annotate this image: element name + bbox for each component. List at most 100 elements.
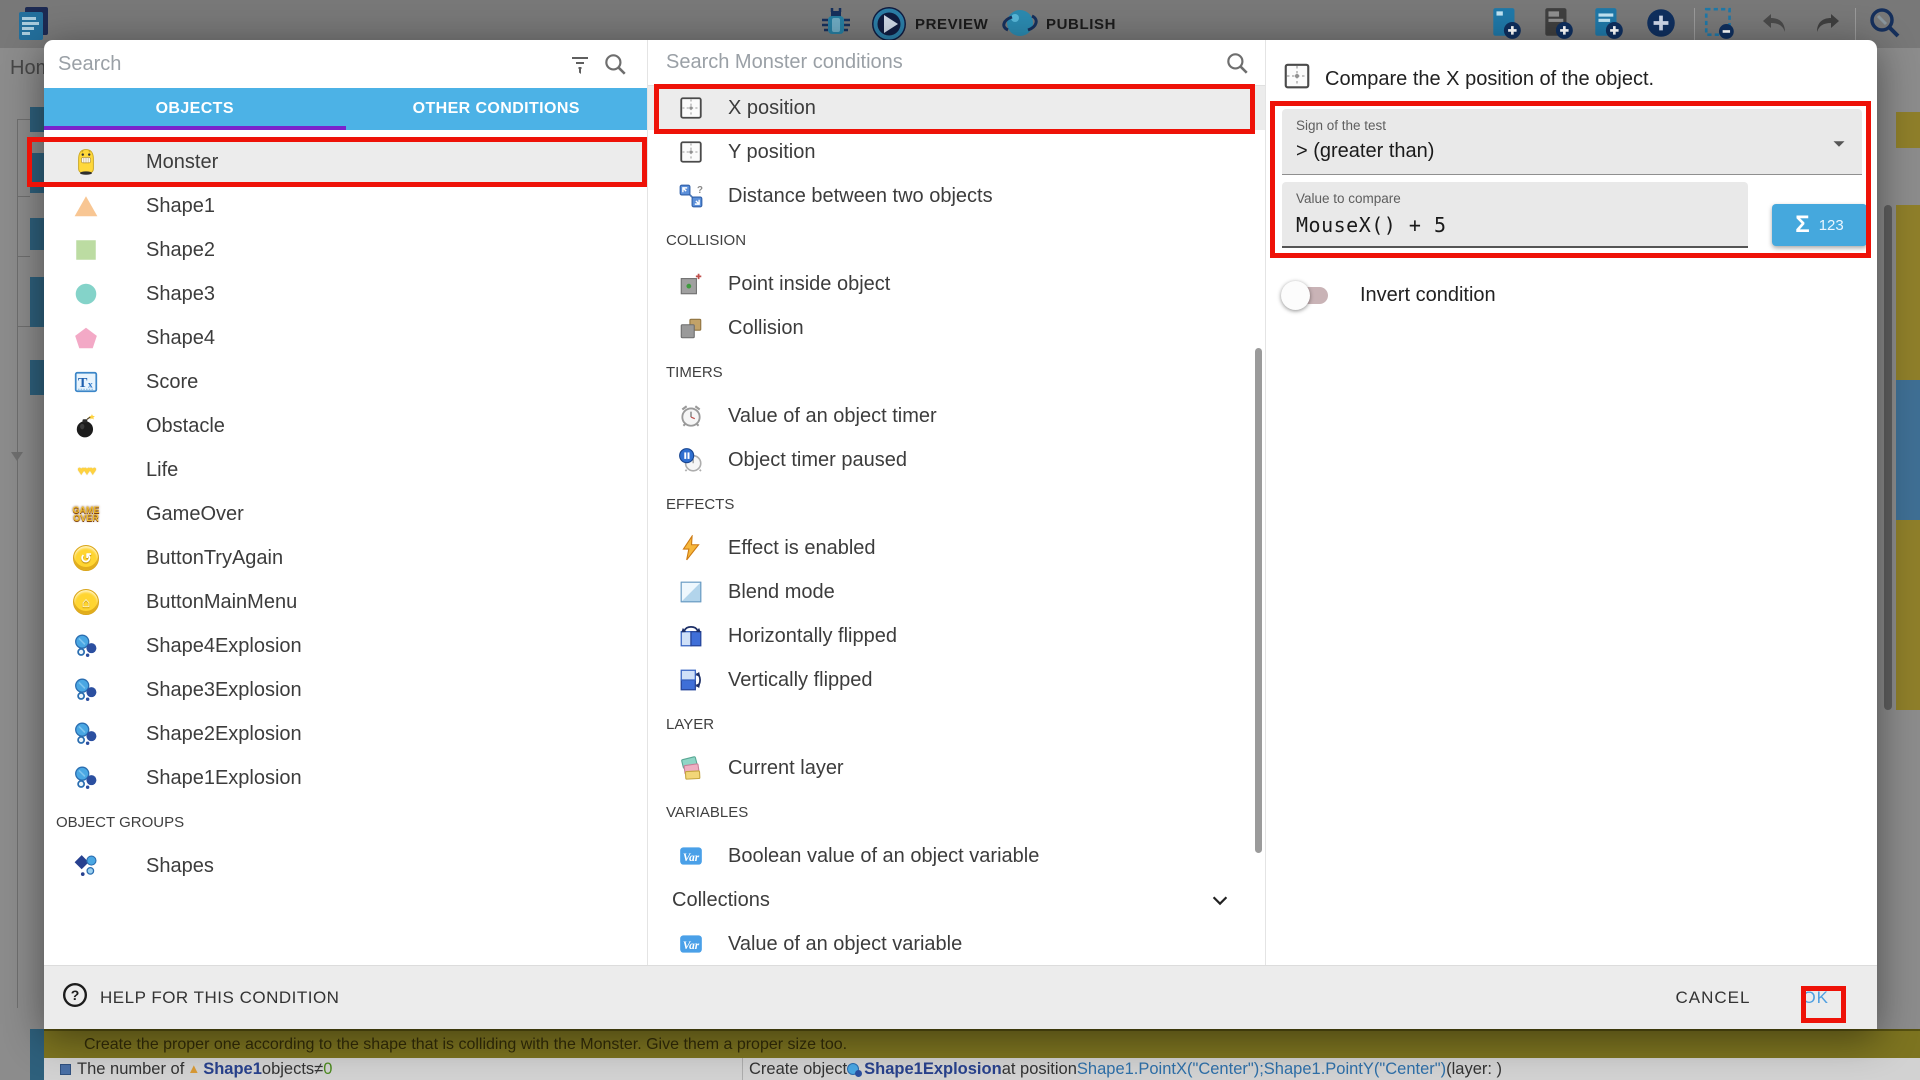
condition-bullet-icon bbox=[60, 1064, 71, 1075]
condition-item-horizontally-flipped[interactable]: Horizontally flipped bbox=[648, 614, 1265, 658]
ok-button[interactable]: OK bbox=[1802, 988, 1829, 1008]
condition-item-effect-is-enabled[interactable]: Effect is enabled bbox=[648, 526, 1265, 570]
object-item-shape1[interactable]: Shape1 bbox=[44, 184, 647, 228]
condition-editor-dialog: OBJECTS OTHER CONDITIONS MonsterShape1 Sh… bbox=[44, 40, 1877, 1029]
background-comment-block bbox=[1896, 205, 1920, 380]
comment-text: Create the proper one according to the s… bbox=[84, 1036, 847, 1054]
expression-editor-button[interactable]: Σ 123 bbox=[1772, 204, 1867, 246]
object-panel-tabs: OBJECTS OTHER CONDITIONS bbox=[44, 88, 647, 130]
preview-button[interactable]: PREVIEW bbox=[915, 16, 988, 33]
condition-item-label: Object timer paused bbox=[728, 449, 907, 472]
object-item-shape4explosion[interactable]: Shape4Explosion bbox=[44, 624, 647, 668]
event-connector-stub bbox=[17, 196, 30, 197]
publish-button[interactable]: PUBLISH bbox=[1046, 16, 1116, 33]
object-item-obstacle[interactable]: Obstacle bbox=[44, 404, 647, 448]
object-item-gameover[interactable]: GAMEOVERGameOver bbox=[44, 492, 647, 536]
condition-item-value-of-an-object-variable[interactable]: VarValue of an object variable bbox=[648, 922, 1265, 965]
object-item-shape2[interactable]: Shape2 bbox=[44, 228, 647, 272]
add-new-event-icon[interactable] bbox=[1643, 5, 1679, 41]
expression-123-label: 123 bbox=[1819, 217, 1844, 234]
button-try-again-icon: ↺ bbox=[64, 545, 108, 571]
search-icon[interactable] bbox=[597, 51, 633, 77]
triangle-shape-icon bbox=[64, 193, 108, 219]
add-subevent-icon[interactable] bbox=[1540, 5, 1576, 41]
undo-icon[interactable] bbox=[1757, 6, 1793, 42]
tab-objects[interactable]: OBJECTS bbox=[44, 88, 346, 130]
condition-item-x-position[interactable]: X position bbox=[648, 86, 1265, 130]
timer-paused-icon bbox=[668, 447, 714, 473]
condition-item-collision[interactable]: Collision bbox=[648, 306, 1265, 350]
object-item-shape2explosion[interactable]: Shape2Explosion bbox=[44, 712, 647, 756]
cancel-button[interactable]: CANCEL bbox=[1675, 988, 1750, 1008]
event-conditions-cell[interactable]: The number of ▲ Shape1 objects ≠ 0 bbox=[44, 1058, 742, 1080]
search-events-icon[interactable] bbox=[1866, 5, 1904, 43]
layers-icon bbox=[668, 755, 714, 781]
condition-item-object-timer-paused[interactable]: Object timer paused bbox=[648, 438, 1265, 482]
condition-item-current-layer[interactable]: Current layer bbox=[648, 746, 1265, 790]
comment-row[interactable]: Create the proper one according to the s… bbox=[44, 1029, 1920, 1058]
object-item-life[interactable]: ♥♥♥Life bbox=[44, 448, 647, 492]
object-item-label: Shape2 bbox=[146, 239, 215, 262]
condition-item-y-position[interactable]: Y position bbox=[648, 130, 1265, 174]
help-button[interactable]: ? HELP FOR THIS CONDITION bbox=[62, 982, 339, 1013]
object-item-buttonmainmenu[interactable]: ⌂ButtonMainMenu bbox=[44, 580, 647, 624]
condition-item-label: Horizontally flipped bbox=[728, 625, 897, 648]
condition-item-value-of-an-object-timer[interactable]: Value of an object timer bbox=[648, 394, 1265, 438]
sign-of-test-select[interactable]: Sign of the test > (greater than) bbox=[1282, 109, 1862, 175]
condition-title-row: Compare the X position of the object. bbox=[1282, 61, 1654, 97]
circle-shape-icon bbox=[64, 281, 108, 307]
condition-search-input[interactable] bbox=[666, 51, 1219, 74]
button-main-menu-icon: ⌂ bbox=[64, 589, 108, 615]
events-sheet-icon[interactable] bbox=[14, 4, 54, 44]
choose-events-icon[interactable] bbox=[1702, 5, 1738, 41]
object-item-shapes[interactable]: Shapes bbox=[44, 844, 647, 888]
flip-vertical-icon bbox=[668, 667, 714, 693]
filter-icon[interactable] bbox=[563, 52, 597, 76]
add-event-icon[interactable] bbox=[1488, 5, 1524, 41]
action-text: Create object bbox=[749, 1058, 847, 1080]
toolbar-separator bbox=[1855, 8, 1856, 40]
object-item-shape3explosion[interactable]: Shape3Explosion bbox=[44, 668, 647, 712]
invert-toggle[interactable] bbox=[1288, 287, 1328, 304]
condition-item-label: Distance between two objects bbox=[728, 185, 993, 208]
events-scrollbar[interactable] bbox=[1884, 205, 1892, 710]
condition-item-blend-mode[interactable]: Blend mode bbox=[648, 570, 1265, 614]
condition-item-boolean-value-of-an-object-variable[interactable]: VarBoolean value of an object variable bbox=[648, 834, 1265, 878]
tab-other-conditions[interactable]: OTHER CONDITIONS bbox=[346, 88, 648, 130]
bomb-icon bbox=[64, 413, 108, 439]
object-item-monster[interactable]: Monster bbox=[44, 140, 647, 184]
object-search-input[interactable] bbox=[58, 53, 563, 76]
condition-value: 0 bbox=[323, 1058, 332, 1080]
preview-play-icon[interactable] bbox=[870, 5, 908, 43]
condition-operator: ≠ bbox=[314, 1058, 323, 1080]
condition-item-vertically-flipped[interactable]: Vertically flipped bbox=[648, 658, 1265, 702]
object-item-score[interactable]: TxScore bbox=[44, 360, 647, 404]
action-text: (layer: ) bbox=[1446, 1058, 1502, 1080]
svg-text:T: T bbox=[78, 375, 88, 391]
redo-icon[interactable] bbox=[1809, 6, 1845, 42]
event-actions-cell[interactable]: Create object Shape1Explosion at positio… bbox=[742, 1058, 1920, 1080]
add-comment-icon[interactable] bbox=[1590, 5, 1626, 41]
object-item-shape1explosion[interactable]: Shape1Explosion bbox=[44, 756, 647, 800]
object-item-label: Shapes bbox=[146, 855, 214, 878]
object-item-shape3[interactable]: Shape3 bbox=[44, 272, 647, 316]
help-icon: ? bbox=[62, 982, 88, 1013]
conditions-scrollbar[interactable] bbox=[1255, 348, 1262, 853]
object-item-shape4[interactable]: Shape4 bbox=[44, 316, 647, 360]
chevron-down-icon[interactable] bbox=[1828, 133, 1850, 160]
svg-text:?: ? bbox=[71, 987, 80, 1003]
condition-object: Shape1 bbox=[203, 1058, 262, 1080]
action-expression: Shape1.PointX("Center");Shape1.PointY("C… bbox=[1077, 1058, 1446, 1080]
debugger-icon[interactable] bbox=[818, 6, 854, 42]
collections-accordion[interactable]: Collections bbox=[648, 878, 1265, 922]
publish-globe-icon[interactable] bbox=[1000, 4, 1040, 44]
search-icon[interactable] bbox=[1219, 50, 1255, 76]
svg-text:?: ? bbox=[697, 185, 703, 196]
object-item-buttontryagain[interactable]: ↺ButtonTryAgain bbox=[44, 536, 647, 580]
condition-item-point-inside-object[interactable]: Point inside object bbox=[648, 262, 1265, 306]
object-item-label: GameOver bbox=[146, 503, 244, 526]
event-row[interactable]: The number of ▲ Shape1 objects ≠ 0 Creat… bbox=[44, 1058, 1920, 1080]
value-to-compare-field[interactable]: Value to compare MouseX() + 5 bbox=[1282, 182, 1748, 248]
condition-list: X positionY position? Distance between tw… bbox=[648, 86, 1265, 965]
condition-item-distance-between-two-objects[interactable]: ? Distance between two objects bbox=[648, 174, 1265, 218]
